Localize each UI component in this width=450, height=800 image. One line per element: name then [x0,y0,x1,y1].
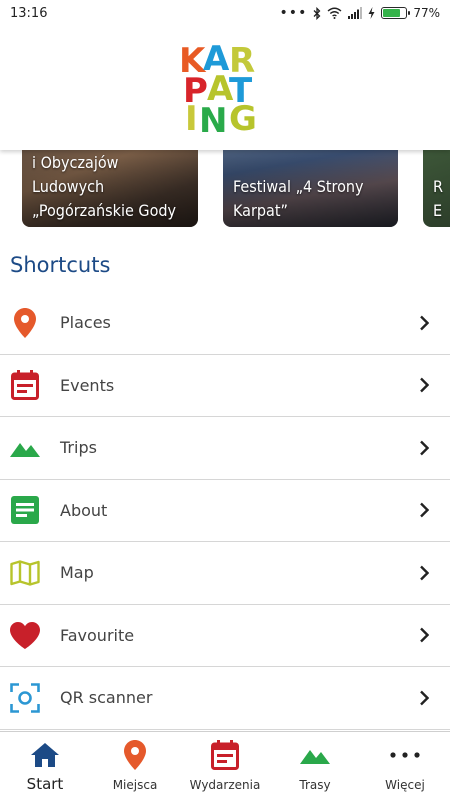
shortcut-label: Places [60,313,111,333]
nav-start[interactable]: Start [0,732,90,800]
shortcut-map[interactable]: Map [0,542,450,605]
shortcut-about[interactable]: About [0,480,450,542]
calendar-icon [210,740,240,770]
events-carousel[interactable]: i Obyczajów Ludowych „Pogórzańskie Gody … [0,150,450,230]
nav-wiecej[interactable]: Więcej [360,732,450,800]
shortcut-label: Trips [60,438,97,458]
mountains-icon [300,740,330,770]
carousel-card[interactable]: Festiwal „4 Strony Karpat” [223,150,398,227]
shortcut-places[interactable]: Places [0,292,450,355]
shortcut-favourite[interactable]: Favourite [0,605,450,667]
mountains-icon [10,433,40,463]
carousel-card[interactable]: R E [423,150,450,227]
charging-icon [368,7,375,19]
chevron-right-icon [416,377,432,393]
shortcut-label: Events [60,375,115,395]
calendar-icon [10,370,40,401]
bluetooth-icon [313,6,321,20]
battery-level [383,9,401,17]
nav-trasy[interactable]: Trasy [270,732,360,800]
card-title: R E [433,177,443,220]
shortcut-label: Favourite [60,625,135,645]
document-icon [10,495,40,525]
status-icons: ••• 77% [280,6,440,20]
chevron-right-icon [416,440,432,456]
chevron-right-icon [416,565,432,581]
wifi-icon [327,7,342,19]
shortcuts-list: Places Events Trips About Map Favourite [0,292,450,730]
card-title: i Obyczajów Ludowych „Pogórzańskie Gody [32,153,177,220]
status-time: 13:16 [10,5,48,21]
card-title: Festiwal „4 Strony Karpat” [233,177,364,220]
shortcut-label: About [60,500,108,520]
more-dots-icon [390,740,420,770]
nav-miejsca[interactable]: Miejsca [90,732,180,800]
chevron-right-icon [416,502,432,518]
karpating-logo[interactable]: K A R P A T I N G [177,40,273,138]
battery-icon [381,7,411,19]
battery-percent: 77% [413,6,440,20]
shortcut-qr-scanner[interactable]: QR scanner [0,667,450,730]
signal-icon [348,7,363,19]
nav-label: Miejsca [112,778,158,792]
chevron-right-icon [416,315,432,331]
shortcut-label: Map [60,563,94,583]
status-bar: 13:16 ••• 77% [0,0,450,26]
shortcuts-title: Shortcuts [10,253,111,277]
app-header: K A R P A T I N G [0,26,450,150]
nav-label: Trasy [299,778,331,792]
shortcut-events[interactable]: Events [0,355,450,417]
home-icon [30,740,60,770]
nav-label: Wydarzenia [189,778,261,792]
qr-scan-icon [10,682,40,713]
nav-wydarzenia[interactable]: Wydarzenia [180,732,270,800]
bottom-navigation: Start Miejsca Wydarzenia Trasy Więcej [0,731,450,800]
shortcut-trips[interactable]: Trips [0,417,450,480]
nav-label: Więcej [385,778,425,792]
more-dots-icon: ••• [279,5,308,21]
map-pin-icon [120,740,150,770]
shortcut-label: QR scanner [60,688,153,708]
map-pin-icon [10,307,40,338]
chevron-right-icon [416,690,432,706]
folded-map-icon [10,558,40,588]
nav-label: Start [26,775,64,793]
heart-icon [10,620,40,650]
carousel-card[interactable]: i Obyczajów Ludowych „Pogórzańskie Gody [22,150,198,227]
chevron-right-icon [416,627,432,643]
